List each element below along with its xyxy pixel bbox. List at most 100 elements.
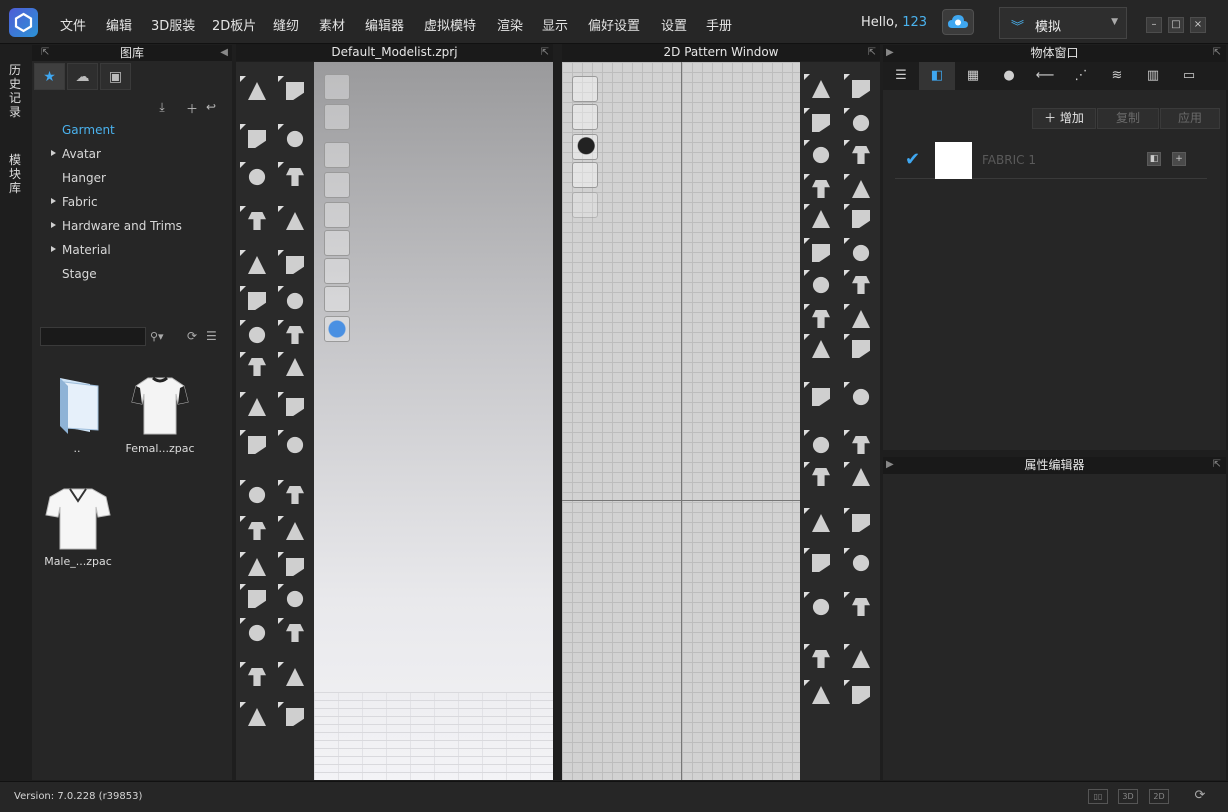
list-view-icon[interactable]: ☰ <box>206 329 217 343</box>
file-item-male[interactable]: Male_...zpac <box>36 485 120 570</box>
sewing-tool-icon[interactable] <box>240 286 270 314</box>
notch-tool-icon[interactable] <box>844 382 874 410</box>
tab-puckering[interactable]: ≋ <box>1099 62 1135 90</box>
undock-icon[interactable]: ⇱ <box>868 44 876 61</box>
avatar-silhouette-icon[interactable] <box>324 202 350 228</box>
undock-icon[interactable]: ⇱ <box>1213 457 1221 473</box>
arrangement-tool-icon[interactable] <box>844 680 874 708</box>
refresh-icon[interactable]: ⟳ <box>187 329 197 343</box>
expand-arrow-icon[interactable] <box>51 150 56 156</box>
file-item-female[interactable]: Femal...zpac <box>118 372 202 457</box>
3d-only-button[interactable]: 3D <box>1118 789 1138 804</box>
strap-tool-icon[interactable] <box>240 392 270 420</box>
tree-item-garment[interactable]: Garment <box>62 123 115 137</box>
3d-viewport[interactable] <box>314 62 553 780</box>
tree-item-hanger[interactable]: Hanger <box>62 171 106 185</box>
apply-button[interactable]: 应用 <box>1160 108 1220 129</box>
measure-tool-icon[interactable] <box>278 662 308 690</box>
polygon-tool-icon[interactable] <box>844 74 874 102</box>
annotation-tool-icon[interactable] <box>804 462 834 490</box>
cloud-library-tab[interactable]: ☁ <box>67 63 98 90</box>
minimize-button[interactable]: – <box>1146 17 1162 33</box>
symmetry-tool-icon[interactable] <box>804 592 834 620</box>
fitting-tool-icon[interactable] <box>278 320 308 348</box>
trace-tool-icon[interactable] <box>804 304 834 332</box>
tree-item-fabric[interactable]: Fabric <box>51 195 98 209</box>
fold-tool-icon[interactable] <box>240 162 270 190</box>
button-tool-icon[interactable] <box>240 480 270 508</box>
menu-2d-pattern[interactable]: 2D板片 <box>212 15 256 34</box>
add-icon[interactable]: ＋ <box>184 100 200 116</box>
puckering-tool-icon[interactable] <box>240 430 270 458</box>
2d-only-button[interactable]: 2D <box>1149 789 1169 804</box>
pattern-piece-icon[interactable] <box>324 230 350 256</box>
close-button[interactable]: × <box>1190 17 1206 33</box>
tab-fabric[interactable]: ◧ <box>919 62 955 90</box>
undock-icon[interactable]: ⇱ <box>41 45 49 61</box>
tab-topstitch[interactable]: ⋰ <box>1063 62 1099 90</box>
polygon-tool-icon[interactable] <box>804 74 834 102</box>
arrangement-tool-icon[interactable] <box>804 680 834 708</box>
check-icon[interactable]: ✔ <box>905 149 920 170</box>
split-view-button[interactable]: ▯▯ <box>1088 789 1108 804</box>
2d-pattern-viewport[interactable] <box>562 62 800 780</box>
text-tool-icon[interactable] <box>804 508 834 536</box>
annotation-tool-icon[interactable] <box>844 462 874 490</box>
user-name[interactable]: 123 <box>902 15 927 30</box>
menu-edit[interactable]: 编辑 <box>106 15 132 34</box>
internal-shape-tool-icon[interactable] <box>844 238 874 266</box>
cloud-button[interactable] <box>942 9 974 35</box>
transform-tool-icon[interactable] <box>278 76 308 104</box>
expand-arrow-icon[interactable] <box>51 222 56 228</box>
tab-list[interactable]: ☰ <box>883 62 919 90</box>
file-item-parent-folder[interactable]: .. <box>38 372 116 457</box>
circle-tool-icon[interactable] <box>844 204 874 232</box>
expand-arrow-icon[interactable] <box>51 246 56 252</box>
circle-tool-icon[interactable] <box>804 204 834 232</box>
expand-arrow-icon[interactable]: ▶ <box>886 457 894 473</box>
tab-button[interactable]: ● <box>991 62 1027 90</box>
tree-item-hardware[interactable]: Hardware and Trims <box>51 219 182 233</box>
pin-tool-icon[interactable] <box>240 250 270 278</box>
pattern-view-icon[interactable] <box>572 162 598 188</box>
collapse-arrow-icon[interactable]: ◀ <box>220 45 228 61</box>
notch-tool-icon[interactable] <box>804 382 834 410</box>
avatar-display-icon[interactable] <box>324 74 350 100</box>
fold-tool-icon[interactable] <box>278 162 308 190</box>
garment-display-icon[interactable] <box>324 104 350 130</box>
avatar-tool-icon[interactable] <box>240 618 270 646</box>
transform-tool-icon[interactable] <box>240 76 270 104</box>
arrange-tool-icon[interactable] <box>240 702 270 730</box>
tree-item-stage[interactable]: Stage <box>62 267 97 281</box>
undock-icon[interactable]: ⇱ <box>1213 45 1221 61</box>
favorites-tab[interactable]: ★ <box>34 63 65 90</box>
copy-button[interactable]: 复制 <box>1097 108 1159 129</box>
menu-editor[interactable]: 编辑器 <box>365 15 404 34</box>
seam-tool-icon[interactable] <box>804 430 834 458</box>
rectangle-tool-icon[interactable] <box>844 174 874 202</box>
select-tool-icon[interactable] <box>278 124 308 152</box>
rectangle-tool-icon[interactable] <box>804 174 834 202</box>
curve-tool-icon[interactable] <box>844 140 874 168</box>
button-tool-icon[interactable] <box>278 480 308 508</box>
avatar-tool-icon[interactable] <box>278 618 308 646</box>
fabric-piece-icon[interactable] <box>324 258 350 284</box>
info-icon[interactable] <box>572 134 598 160</box>
edit-point-tool-icon[interactable] <box>804 108 834 136</box>
menu-render[interactable]: 渲染 <box>497 15 523 34</box>
shirt-texture-icon[interactable] <box>324 142 350 168</box>
zipper-tool-icon[interactable] <box>278 552 308 580</box>
head-icon[interactable] <box>324 286 350 312</box>
store-tab[interactable]: ▣ <box>100 63 131 90</box>
back-icon[interactable]: ↩ <box>203 100 219 114</box>
refresh-icon[interactable]: ⟳ <box>1190 789 1210 804</box>
measure-tool-icon[interactable] <box>240 662 270 690</box>
menu-settings[interactable]: 设置 <box>661 15 687 34</box>
download-icon[interactable]: ⤓ <box>154 100 170 114</box>
app-logo[interactable] <box>9 8 38 37</box>
tab-history[interactable]: 历史记录 <box>9 63 23 119</box>
fabric-copy-icon[interactable]: ◧ <box>1147 152 1161 166</box>
sewing-tool-icon[interactable] <box>278 286 308 314</box>
segment-tool-icon[interactable] <box>844 334 874 362</box>
puckering-tool-icon[interactable] <box>278 430 308 458</box>
